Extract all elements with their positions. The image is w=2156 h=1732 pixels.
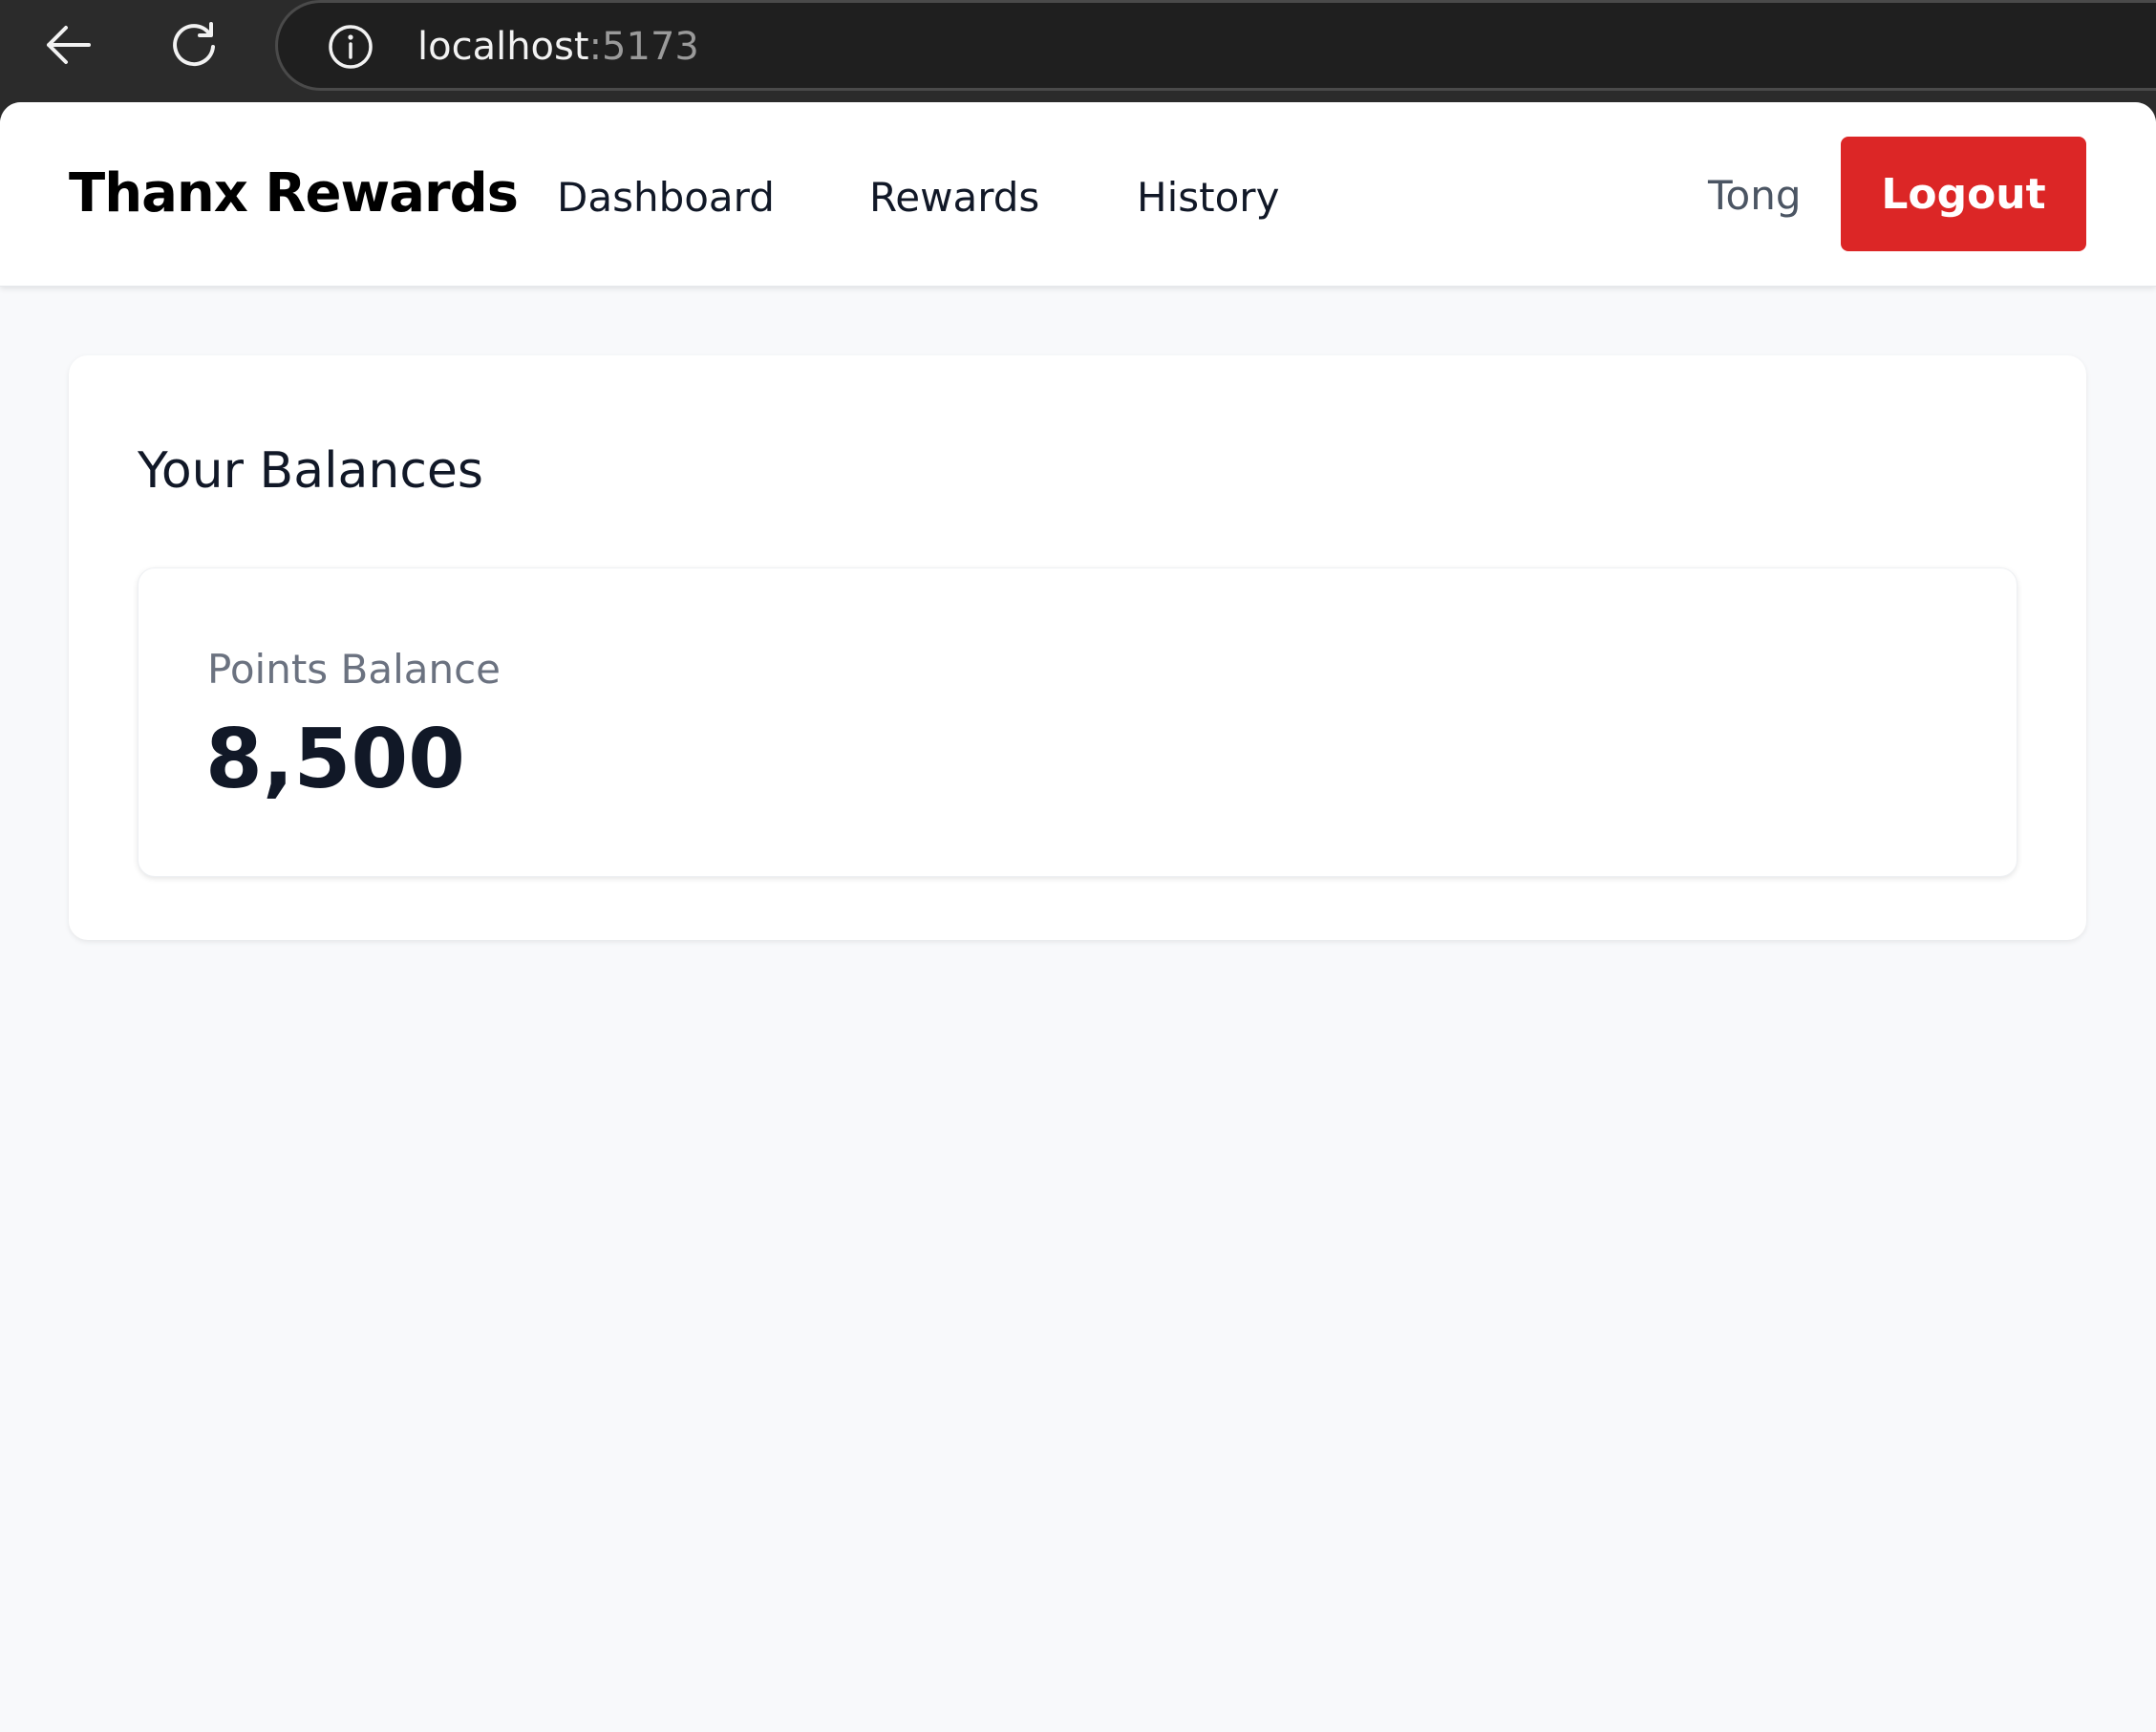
reload-button[interactable] [160,11,227,78]
back-button[interactable] [34,11,101,78]
address-bar[interactable]: localhost:5173 [275,0,2156,91]
url-text[interactable]: localhost:5173 [417,22,699,72]
browser-toolbar: localhost:5173 [0,0,2156,105]
points-balance-label: Points Balance [207,646,502,693]
page-viewport: Thanx Rewards Dashboard Rewards History … [0,102,2156,1732]
points-balance-value: 8,500 [205,712,466,807]
current-username: Tong [1708,172,1802,219]
top-navbar: Thanx Rewards Dashboard Rewards History … [0,102,2156,287]
nav-link-dashboard[interactable]: Dashboard [557,171,775,225]
nav-link-history[interactable]: History [1137,171,1279,225]
brand-title[interactable]: Thanx Rewards [69,161,519,226]
section-title: Your Balances [138,442,484,500]
url-host: localhost [417,25,589,69]
logout-button[interactable]: Logout [1841,137,2086,251]
url-port: :5173 [588,25,699,69]
points-balance-card: Points Balance 8,500 [138,567,2017,877]
nav-link-rewards[interactable]: Rewards [869,171,1039,225]
back-arrow-icon [47,26,91,64]
info-icon[interactable] [328,24,374,70]
balances-card: Your Balances Points Balance 8,500 [69,355,2086,940]
reload-icon [173,22,215,67]
